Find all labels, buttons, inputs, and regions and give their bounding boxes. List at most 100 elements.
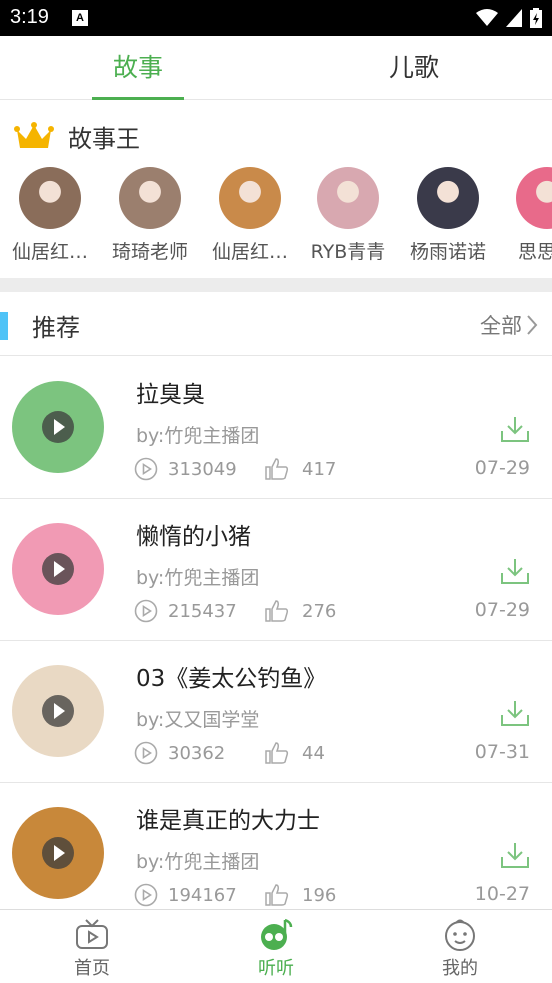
nav-listen[interactable]: 听听 (184, 910, 368, 983)
chevron-right-icon (527, 315, 538, 335)
baby-face-icon (445, 919, 475, 951)
recommend-header: 推荐 全部 (0, 292, 552, 356)
story-title: 谁是真正的大力士 (136, 808, 320, 834)
nav-home-label: 首页 (74, 958, 110, 979)
like-count: 276 (302, 600, 337, 622)
story-date: 07-29 (474, 457, 530, 479)
story-date: 07-29 (474, 599, 530, 621)
story-row[interactable]: 懒惰的小猪 by:竹兜主播团 215437 276 07-29 (0, 499, 552, 641)
story-row[interactable]: 谁是真正的大力士 by:竹兜主播团 194167 196 10-27 (0, 783, 552, 925)
battery-icon (530, 8, 542, 28)
play-icon[interactable] (42, 695, 74, 727)
section-divider (0, 278, 552, 292)
avatar (219, 167, 281, 229)
story-date: 07-31 (474, 741, 530, 763)
story-author: by:竹兜主播团 (136, 567, 260, 589)
like-count: 196 (302, 884, 337, 906)
nav-mine[interactable]: 我的 (368, 910, 552, 983)
like-count: 44 (302, 742, 325, 764)
story-king-section: 故事王 仙居红… 琦琦老师 仙居红… RYB青青 杨雨诺诺 思思 (0, 101, 552, 278)
crown-icon (14, 121, 54, 148)
story-row[interactable]: 03《姜太公钓鱼》 by:又又国学堂 30362 44 07-31 (0, 641, 552, 783)
like-count: 417 (302, 458, 337, 480)
signal-icon (506, 9, 522, 27)
story-stats: 313049 417 (134, 457, 336, 481)
host-name: 思思 (518, 241, 552, 263)
story-stats: 30362 44 (134, 741, 325, 765)
story-king-header: 故事王 (14, 119, 140, 154)
music-icon (261, 918, 293, 950)
tv-icon (76, 919, 108, 949)
avatar (417, 167, 479, 229)
download-icon[interactable] (500, 699, 530, 727)
nav-home[interactable]: 首页 (0, 910, 184, 983)
story-thumbnail[interactable] (12, 665, 104, 757)
status-bar: 3:19 A (0, 0, 552, 36)
host-avatar-item[interactable]: 琦琦老师 (100, 167, 200, 264)
status-time: 3:19 (10, 6, 49, 28)
story-thumbnail[interactable] (12, 523, 104, 615)
tab-stories[interactable]: 故事 (0, 36, 276, 100)
avatar-carousel[interactable]: 仙居红… 琦琦老师 仙居红… RYB青青 杨雨诺诺 思思 (0, 167, 552, 277)
tab-songs[interactable]: 儿歌 (276, 36, 552, 100)
host-avatar-item[interactable]: RYB青青 (298, 167, 398, 264)
thumbs-up-icon[interactable] (264, 457, 290, 481)
story-thumbnail[interactable] (12, 381, 104, 473)
active-tab-indicator (92, 97, 184, 100)
system-icons (476, 8, 542, 28)
play-count: 30362 (168, 742, 226, 764)
play-count-icon (134, 599, 158, 623)
host-avatar-item[interactable]: 仙居红… (0, 167, 100, 264)
host-name: 杨雨诺诺 (409, 241, 486, 263)
play-count: 313049 (168, 458, 237, 480)
host-avatar-item[interactable]: 思思 (500, 167, 552, 264)
nav-mine-label: 我的 (442, 958, 478, 979)
story-date: 10-27 (474, 883, 530, 905)
recommend-title: 推荐 (32, 314, 80, 342)
avatar (19, 167, 81, 229)
download-icon[interactable] (500, 841, 530, 869)
story-title: 03《姜太公钓鱼》 (136, 666, 327, 692)
app-screen: 3:19 A 故事 儿歌 故事王 仙居红… 琦琦老师 仙居红… RYB青青 杨雨… (0, 0, 552, 983)
host-name: 仙居红… (211, 241, 288, 263)
play-count-icon (134, 741, 158, 765)
thumbs-up-icon[interactable] (264, 599, 290, 623)
story-title: 懒惰的小猪 (136, 524, 251, 550)
play-count: 215437 (168, 600, 237, 622)
nav-listen-label: 听听 (258, 958, 294, 979)
notification-icon: A (72, 10, 88, 26)
story-title: 拉臭臭 (136, 382, 205, 408)
section-indicator (0, 312, 8, 340)
wifi-icon (476, 9, 498, 26)
download-icon[interactable] (500, 557, 530, 585)
story-row[interactable]: 拉臭臭 by:竹兜主播团 313049 417 07-29 (0, 357, 552, 499)
play-count-icon (134, 883, 158, 907)
play-icon[interactable] (42, 837, 74, 869)
host-name: 仙居红… (11, 241, 88, 263)
story-stats: 194167 196 (134, 883, 336, 907)
thumbs-up-icon[interactable] (264, 741, 290, 765)
story-author: by:又又国学堂 (136, 709, 260, 731)
category-tabs: 故事 儿歌 (0, 36, 552, 100)
story-stats: 215437 276 (134, 599, 336, 623)
story-thumbnail[interactable] (12, 807, 104, 899)
host-name: 琦琦老师 (111, 241, 188, 263)
play-count: 194167 (168, 884, 237, 906)
story-author: by:竹兜主播团 (136, 851, 260, 873)
host-name: RYB青青 (310, 241, 386, 263)
play-icon[interactable] (42, 411, 74, 443)
play-icon[interactable] (42, 553, 74, 585)
download-icon[interactable] (500, 415, 530, 443)
view-all-label: 全部 (480, 314, 522, 338)
story-king-title: 故事王 (68, 125, 140, 153)
bottom-navigation: 首页 听听 我的 (0, 909, 552, 983)
host-avatar-item[interactable]: 仙居红… (200, 167, 300, 264)
host-avatar-item[interactable]: 杨雨诺诺 (398, 167, 498, 264)
avatar (516, 167, 552, 229)
avatar (119, 167, 181, 229)
avatar (317, 167, 379, 229)
story-author: by:竹兜主播团 (136, 425, 260, 447)
view-all-link[interactable]: 全部 (480, 310, 538, 340)
thumbs-up-icon[interactable] (264, 883, 290, 907)
play-count-icon (134, 457, 158, 481)
